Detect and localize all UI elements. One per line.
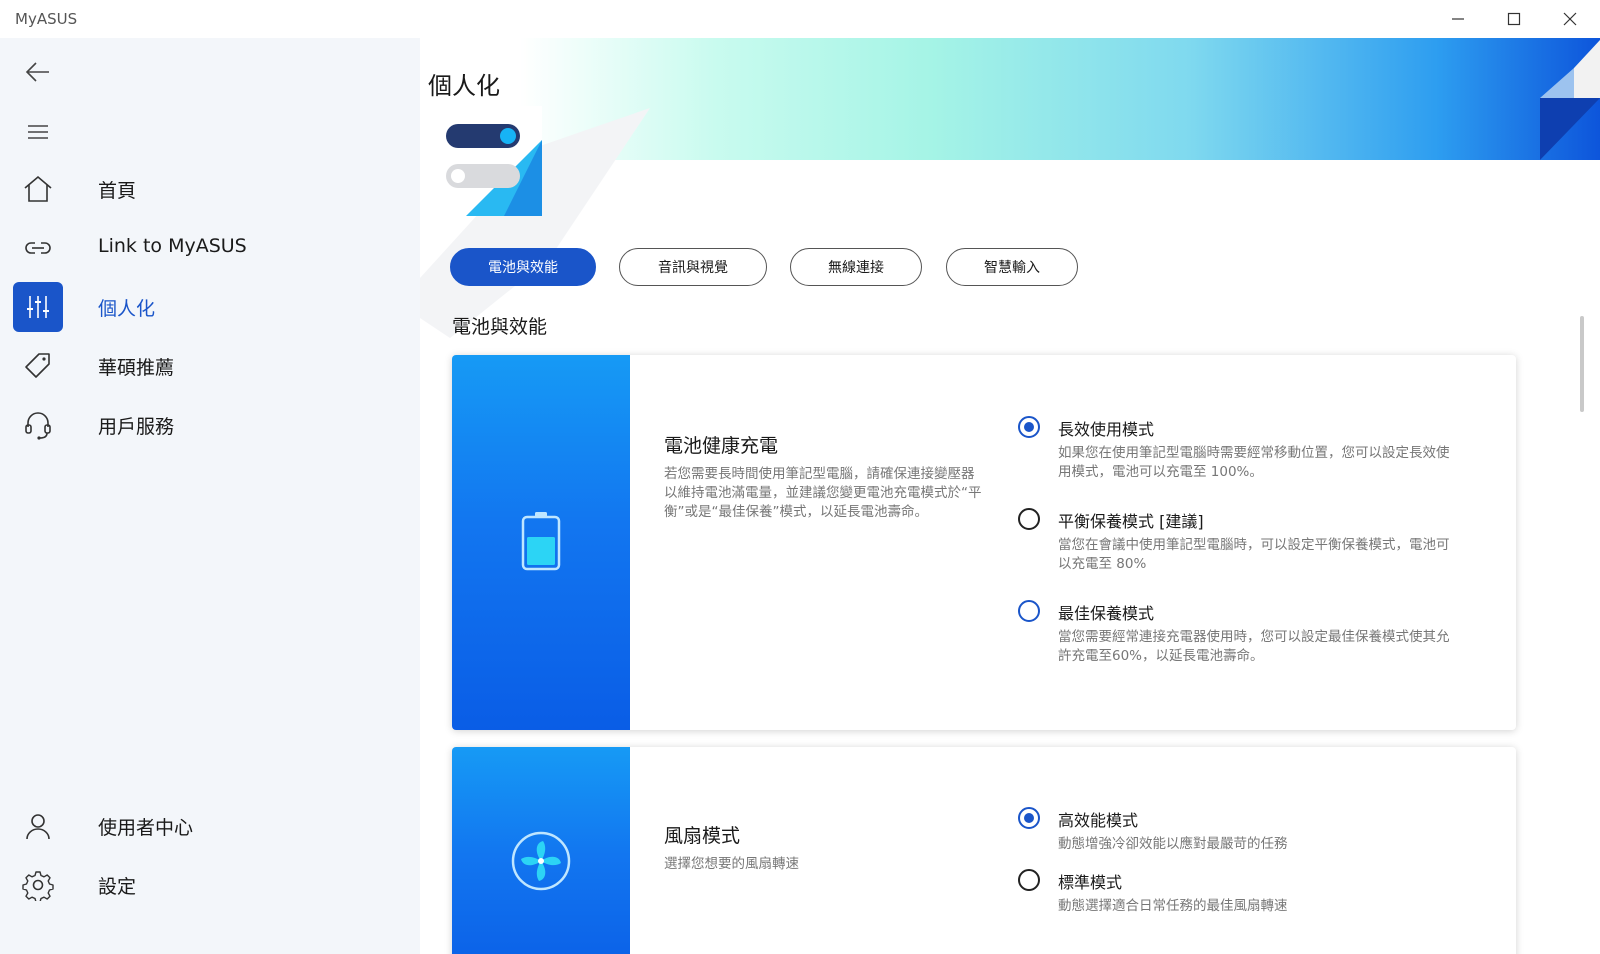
back-arrow-icon [25,62,49,82]
section-title: 電池與效能 [452,316,548,338]
app-title: MyASUS [15,10,78,28]
option-label: 長效使用模式 [1058,420,1155,439]
scrollbar[interactable] [1580,316,1584,412]
sidebar-item-label: 首頁 [98,180,137,202]
card-side-panel [452,355,630,730]
option-label: 高效能模式 [1058,811,1139,830]
feature-title: 風扇模式 [664,825,741,847]
sidebar-item-label: 華碩推薦 [98,357,175,379]
minimize-button[interactable] [1430,0,1486,38]
sidebar-item-settings[interactable]: 設定 [0,857,420,913]
sidebar-item-label: 個人化 [98,298,156,320]
radio-button[interactable] [1018,600,1040,622]
sidebar-item-label: 設定 [98,876,137,898]
tab-audio-visual[interactable]: 音訊與視覺 [619,248,767,286]
link-icon [13,223,63,273]
gear-icon [13,860,63,910]
tab-wireless[interactable]: 無線連接 [790,248,922,286]
sidebar-item-customer-service[interactable]: 用戶服務 [0,397,420,453]
feature-title: 電池健康充電 [664,435,779,457]
user-icon [13,801,63,851]
card-side-panel [452,747,630,954]
sidebar-item-label: 使用者中心 [98,817,194,839]
maximize-button[interactable] [1486,0,1542,38]
radio-button[interactable] [1018,416,1040,438]
feature-description: 選擇您想要的風扇轉速 [664,856,799,872]
option-description: 當您在會議中使用筆記型電腦時，可以設定平衡保養模式，電池可以充電至 80% [1058,537,1450,572]
option-description: 當您需要經常連接充電器使用時，您可以設定最佳保養模式使其允許充電至60%，以延長… [1058,629,1450,664]
tab-battery-performance[interactable]: 電池與效能 [450,248,596,286]
personalization-hero-illustration [428,106,542,216]
sidebar-item-label: 用戶服務 [98,416,175,438]
radio-button[interactable] [1018,508,1040,530]
sidebar-item-label: Link to MyASUS [98,235,247,257]
option-description: 動態選擇適合日常任務的最佳風扇轉速 [1058,898,1288,914]
sidebar-item-link-to-myasus[interactable]: Link to MyASUS [0,220,420,276]
fan-icon [511,831,571,891]
hamburger-menu-button[interactable] [18,112,58,152]
battery-icon [511,511,571,571]
option-label: 平衡保養模式 [建議] [1058,512,1204,531]
back-button[interactable] [18,52,58,92]
main-content: 個人化 電池與效能 音訊與視覺 無線連接 智慧輸入 電池與效能 電池健康充電 若… [420,38,1600,954]
sidebar-item-home[interactable]: 首頁 [0,161,420,217]
sidebar-item-personalization[interactable]: 個人化 [0,279,420,335]
close-icon [1563,12,1577,26]
sidebar-item-asus-recommend[interactable]: 華碩推薦 [0,338,420,394]
maximize-icon [1507,12,1521,26]
tag-icon [13,341,63,391]
banner-fold-decoration [1540,40,1600,160]
home-icon [13,164,63,214]
sidebar-item-user-center[interactable]: 使用者中心 [0,798,420,854]
feature-description: 若您需要長時間使用筆記型電腦，請確保連接變壓器以維持電池滿電量，並建議您變更電池… [664,466,982,520]
page-title: 個人化 [428,72,500,100]
battery-health-card: 電池健康充電 若您需要長時間使用筆記型電腦，請確保連接變壓器以維持電池滿電量，並… [452,355,1516,730]
minimize-icon [1452,18,1464,20]
sliders-icon [13,282,63,332]
tab-smart-input[interactable]: 智慧輸入 [946,248,1078,286]
sidebar: 首頁 Link to MyASUS 個人化 華碩推薦 用戶服務 使用者中心 設定 [0,38,420,954]
close-button[interactable] [1542,0,1598,38]
radio-button[interactable] [1018,869,1040,891]
option-label: 標準模式 [1058,873,1123,892]
option-label: 最佳保養模式 [1058,604,1155,623]
radio-button[interactable] [1018,807,1040,829]
hamburger-icon [28,125,48,139]
fan-mode-card: 風扇模式 選擇您想要的風扇轉速 高效能模式 動態增強冷卻效能以應對最嚴苛的任務 … [452,747,1516,954]
option-description: 動態增強冷卻效能以應對最嚴苛的任務 [1058,836,1288,852]
title-bar: MyASUS [0,0,1600,38]
option-description: 如果您在使用筆記型電腦時需要經常移動位置，您可以設定長效使用模式，電池可以充電至… [1058,445,1450,480]
headset-icon [13,400,63,450]
